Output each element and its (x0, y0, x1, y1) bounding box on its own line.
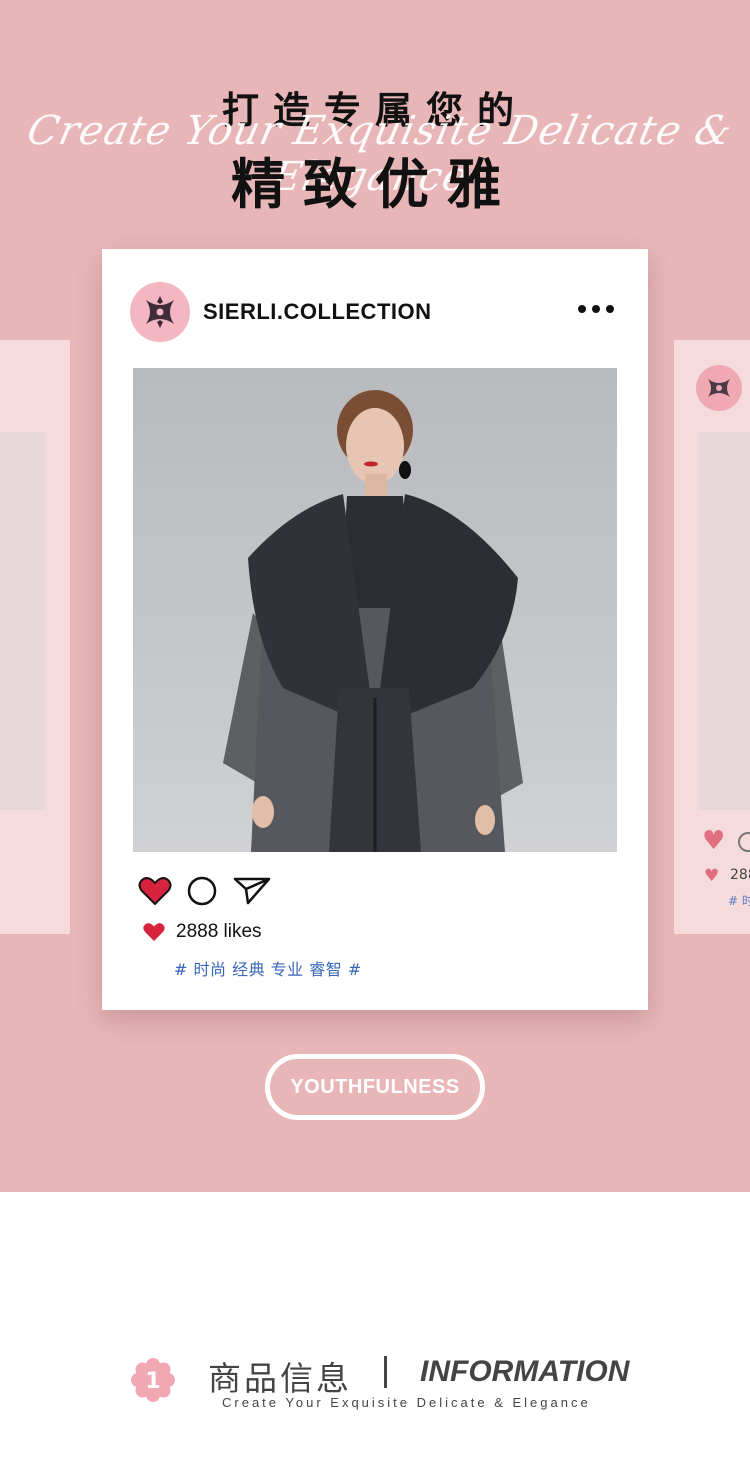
flower-badge-icon: 1 (131, 1358, 175, 1402)
share-icon[interactable] (232, 875, 272, 907)
heart-icon[interactable] (138, 875, 172, 907)
youthfulness-tag-button[interactable]: YOUTHFULNESS (265, 1054, 485, 1120)
more-dots-icon[interactable] (578, 305, 614, 313)
headline-main: 精致优雅 (231, 153, 519, 216)
ghost-photo (0, 432, 46, 810)
small-heart-icon: ♥ (704, 866, 720, 886)
ghost-avatar (696, 365, 742, 411)
ghost-photo (698, 432, 750, 810)
brand-logo-icon (146, 296, 174, 328)
info-title-cn: 商品信息 (208, 1359, 352, 1398)
likes-row: 2888 likes (142, 921, 262, 943)
post-actions (138, 875, 272, 907)
heart-icon[interactable]: ♥ (702, 828, 725, 854)
post-hashtags[interactable]: # 时尚 经典 专业 睿智 # (174, 956, 362, 980)
brand-logo-icon (708, 379, 730, 397)
post-username[interactable]: SIERLI.COLLECTION (203, 299, 432, 325)
comment-icon[interactable] (738, 832, 750, 852)
info-subtitle: Create Your Exquisite Delicate & Eleganc… (222, 1395, 591, 1410)
avatar[interactable] (130, 282, 190, 342)
comment-icon[interactable] (186, 875, 218, 907)
ghost-hashtags: # 时 (728, 894, 750, 908)
divider (384, 1356, 387, 1388)
likes-count[interactable]: 2888 likes (176, 921, 262, 943)
model-illustration (223, 390, 523, 852)
ghost-likes: 288 (730, 867, 750, 883)
hero-section: 打造专属您的 Create Your Exquisite Delicate & … (0, 0, 750, 1192)
info-title-en: INFORMATION (420, 1355, 630, 1388)
post-photo (133, 368, 617, 852)
small-heart-icon (143, 923, 165, 941)
ghost-card-right[interactable]: ♥ ♥ 288 # 时 (674, 340, 750, 934)
ghost-card-left[interactable] (0, 340, 70, 934)
post-card: SIERLI.COLLECTION 2888 likes # 时尚 经典 专业 … (102, 249, 648, 1010)
badge-number: 1 (145, 1369, 160, 1394)
